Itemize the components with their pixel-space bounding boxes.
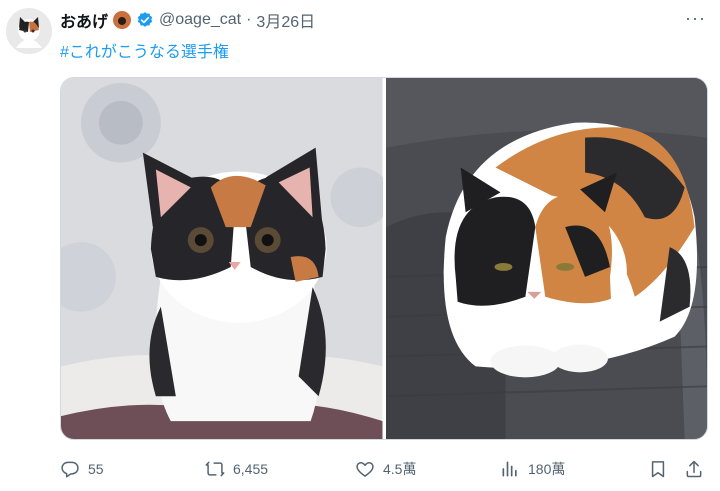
reply-count: 55 — [88, 461, 104, 477]
repost-button[interactable]: 6,455 — [205, 459, 268, 479]
post-date[interactable]: 3月26日 — [256, 8, 315, 32]
reply-button[interactable]: 55 — [60, 459, 104, 479]
adult-cat-image — [385, 78, 707, 439]
profile-emoji-icon — [113, 11, 132, 29]
kitten-image — [61, 78, 383, 439]
hashtag-link[interactable]: #これがこうなる選手権 — [60, 38, 229, 62]
media-grid — [60, 77, 708, 440]
separator: · — [246, 11, 252, 28]
verified-badge-icon[interactable] — [136, 11, 154, 29]
views-icon — [502, 461, 517, 477]
photo-kitten[interactable] — [61, 78, 383, 439]
photo-adult-cat[interactable] — [385, 78, 707, 439]
author-name[interactable]: おあげ — [60, 8, 108, 32]
share-icon — [686, 460, 702, 478]
more-icon[interactable]: ··· — [685, 8, 706, 29]
like-count: 4.5萬 — [383, 461, 417, 477]
reply-icon — [61, 461, 79, 478]
views-count: 180萬 — [528, 461, 566, 477]
author-avatar[interactable] — [6, 8, 52, 54]
post-header: おあげ @oage_cat · 3月26日 — [60, 9, 315, 31]
like-icon — [356, 462, 374, 477]
repost-icon — [205, 461, 225, 477]
repost-count: 6,455 — [233, 461, 269, 477]
author-handle[interactable]: @oage_cat — [159, 11, 241, 29]
post-actions: 55 6,455 4.5萬 180萬 — [60, 458, 712, 480]
views-button[interactable]: 180萬 — [500, 459, 565, 479]
like-button[interactable]: 4.5萬 — [355, 459, 416, 479]
bookmark-icon — [651, 461, 665, 478]
share-button[interactable] — [684, 459, 704, 479]
bookmark-button[interactable] — [648, 459, 668, 479]
